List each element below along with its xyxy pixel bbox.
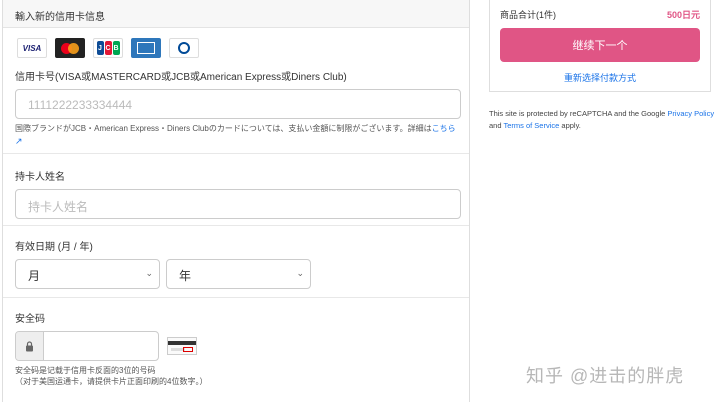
- card-number-label: 信用卡号(VISA或MASTERCARD或JCB或American Expres…: [15, 72, 347, 83]
- card-brand-details-link[interactable]: こちら: [432, 124, 456, 133]
- continue-button[interactable]: 继续下一个: [500, 28, 700, 62]
- holder-name-section: 持卡人姓名 持卡人姓名: [3, 154, 469, 226]
- security-code-label: 安全码: [15, 314, 45, 325]
- section-title: 輸入新的信用卡信息: [3, 0, 469, 28]
- recaptcha-text-2: and: [489, 121, 504, 130]
- mastercard-logo-icon: [55, 38, 85, 58]
- terms-of-service-link[interactable]: Terms of Service: [503, 121, 559, 130]
- expiry-section: 有效日期 (月 / 年) 月 ⌄ 年 ⌄: [3, 226, 469, 298]
- chevron-down-icon: ⌄: [145, 268, 153, 278]
- diners-club-logo-icon: [169, 38, 199, 58]
- card-number-section: VISA JCB 信用卡号(VISA或MASTERCARD或JCB或Americ…: [3, 28, 469, 154]
- expiry-month-value: 月: [28, 269, 41, 283]
- chevron-down-icon: ⌄: [296, 268, 304, 278]
- security-code-section: 安全码 安全码是记载于信用卡反面的3位的号码 （对于美国运通卡，请提供卡片正面印…: [3, 298, 469, 402]
- total-value: 500日元: [666, 10, 700, 20]
- security-code-note: 安全码是记载于信用卡反面的3位的号码 （对于美国运通卡，请提供卡片正面印刷的4位…: [15, 365, 457, 387]
- security-code-input[interactable]: [15, 331, 159, 361]
- security-code-note-line2: （对于美国运通卡，请提供卡片正面印刷的4位数字。）: [15, 377, 208, 386]
- total-label: 商品合计(1件): [500, 10, 556, 20]
- order-summary-panel: 商品合计(1件) 500日元 继续下一个 重新选择付款方式: [489, 0, 711, 92]
- watermark: 知乎 @进击的胖虎: [526, 366, 685, 386]
- card-brand-logos: VISA JCB: [17, 38, 457, 58]
- expiry-label: 有效日期 (月 / 年): [15, 242, 93, 253]
- external-link-icon[interactable]: ↗: [15, 136, 23, 146]
- reselect-payment-link[interactable]: 重新选择付款方式: [490, 71, 710, 84]
- recaptcha-notice: This site is protected by reCAPTCHA and …: [489, 108, 715, 132]
- card-brand-note-text: 国際ブランドがJCB・American Express・Diners Clubの…: [15, 124, 432, 133]
- security-code-note-line1: 安全码是记载于信用卡反面的3位的号码: [15, 366, 156, 375]
- credit-card-form: 輸入新的信用卡信息 VISA JCB 信用卡号(VISA或MASTERCARD或…: [2, 0, 470, 402]
- card-number-input[interactable]: 1111222233334444: [15, 89, 461, 119]
- lock-icon: [16, 332, 44, 360]
- expiry-year-select[interactable]: 年 ⌄: [166, 259, 311, 289]
- privacy-policy-link[interactable]: Privacy Policy: [667, 109, 714, 118]
- expiry-year-value: 年: [179, 269, 192, 283]
- holder-name-input[interactable]: 持卡人姓名: [15, 189, 461, 219]
- card-brand-note: 国際ブランドがJCB・American Express・Diners Clubの…: [15, 123, 457, 148]
- recaptcha-text-1: This site is protected by reCAPTCHA and …: [489, 109, 668, 118]
- amex-logo-icon: [131, 38, 161, 58]
- visa-logo-icon: VISA: [17, 38, 47, 58]
- recaptcha-text-3: apply.: [559, 121, 581, 130]
- expiry-month-select[interactable]: 月 ⌄: [15, 259, 160, 289]
- jcb-logo-icon: JCB: [93, 38, 123, 58]
- card-back-cvv-icon: [167, 337, 197, 355]
- holder-name-label: 持卡人姓名: [15, 172, 65, 183]
